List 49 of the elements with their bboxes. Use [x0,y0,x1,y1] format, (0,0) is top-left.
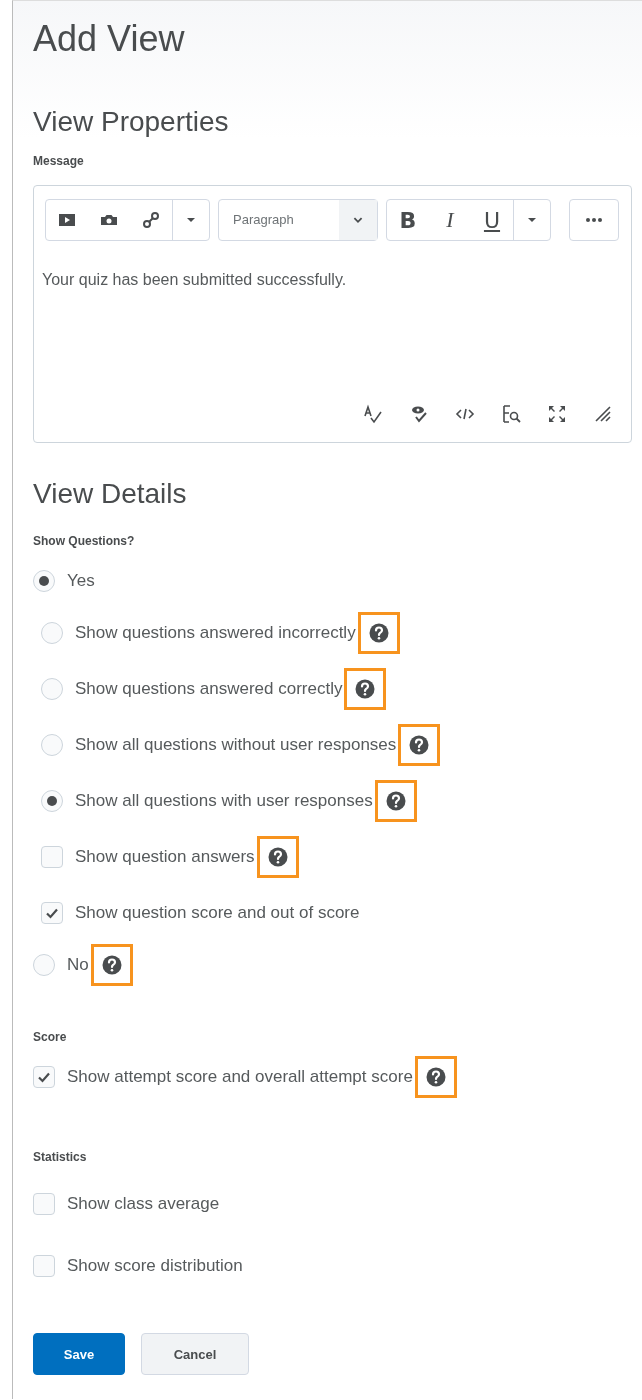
group-label: Statistics [33,1149,88,1165]
option-label: Show class average [67,1194,220,1214]
radio-button[interactable] [41,622,63,644]
spellcheck-icon[interactable] [363,404,383,424]
message-text: Your quiz has been submitted successfully. [42,271,348,289]
checkbox[interactable] [33,1066,55,1088]
format-button[interactable]: B [387,200,429,240]
help-icon[interactable] [267,847,288,867]
option-label: Show score distribution [67,1256,243,1276]
checkbox[interactable] [41,846,63,868]
help-icon[interactable] [409,735,430,755]
preview-icon[interactable] [501,404,521,424]
option-label: Yes [67,571,95,591]
option-label: Show all questions with user responses [75,791,373,811]
option-label: Show all questions without user responses [75,735,397,755]
resize-handle-icon[interactable] [593,404,613,424]
option-label: Show attempt score and overall attempt score [67,1067,413,1087]
page-title: Add View [33,17,186,61]
section-heading: View Details [33,477,188,511]
radio-button[interactable] [41,790,63,812]
help-icon[interactable] [368,623,389,643]
section-heading: View Properties [33,105,230,139]
radio-button[interactable] [33,954,55,976]
option-label: Show question score and out of score [75,903,360,923]
help-icon[interactable] [101,955,122,975]
option-label: No [67,955,89,975]
group-label: Show Questions? [33,533,136,549]
radio-button[interactable] [41,678,63,700]
help-icon[interactable] [355,679,376,699]
checkbox[interactable] [33,1193,55,1215]
field-label: Message [33,153,85,169]
radio-button[interactable] [41,734,63,756]
fullscreen-icon[interactable] [547,404,567,424]
option-label: Show questions answered correctly [75,679,343,699]
format-button[interactable]: U [471,200,513,240]
checkbox[interactable] [41,902,63,924]
group-label: Score [33,1029,68,1045]
checkbox[interactable] [33,1255,55,1277]
help-icon[interactable] [385,791,406,811]
format-dropdown[interactable]: Paragraph [218,199,378,241]
option-label: Show questions answered incorrectly [75,623,356,643]
save-button[interactable]: Save [33,1333,125,1375]
radio-button[interactable] [33,570,55,592]
editor-field[interactable]: Paragraph B I U Your quiz has been submitted successfully. [33,185,632,443]
accessibility-check-icon[interactable] [409,404,429,424]
option-label: Show question answers [75,847,255,867]
help-icon[interactable] [425,1067,446,1087]
format-button[interactable]: I [429,200,471,240]
cancel-button[interactable]: Cancel [141,1333,249,1375]
